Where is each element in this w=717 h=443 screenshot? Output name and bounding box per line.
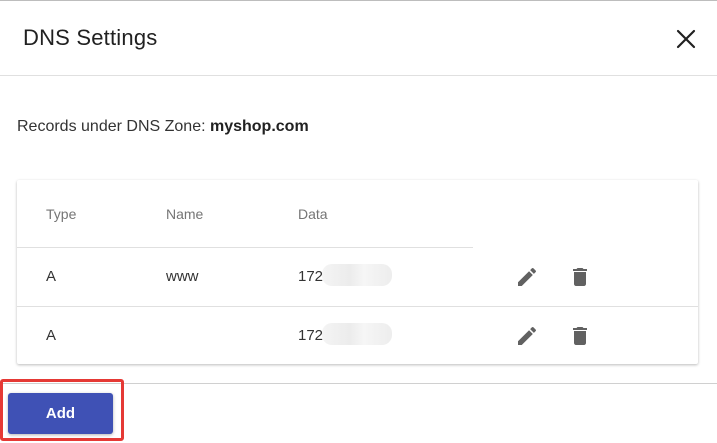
record-data: 172 — [298, 327, 324, 344]
add-record-button[interactable]: Add — [8, 393, 113, 434]
dialog-title: DNS Settings — [23, 25, 158, 50]
redacted-data — [322, 323, 392, 345]
dns-records-table: Type Name Data A www 172 A 172 — [17, 180, 698, 364]
table-row: A www 172 — [17, 248, 698, 307]
column-header-name: Name — [166, 206, 204, 222]
record-type: A — [46, 327, 57, 344]
delete-icon — [573, 268, 587, 286]
zone-prefix: Records under DNS Zone: — [17, 118, 210, 135]
column-header-data: Data — [298, 206, 328, 222]
column-header-type: Type — [46, 206, 77, 222]
dialog-header: DNS Settings — [0, 1, 717, 76]
zone-description: Records under DNS Zone: myshop.com — [17, 118, 309, 136]
dns-settings-dialog: DNS Settings Records under DNS Zone: mys… — [0, 0, 717, 442]
table-row: A 172 — [17, 307, 698, 365]
close-button[interactable] — [672, 25, 700, 53]
delete-record-button[interactable] — [568, 324, 592, 348]
redacted-data — [322, 264, 392, 286]
zone-name: myshop.com — [209, 118, 309, 135]
record-type: A — [46, 268, 57, 285]
table-header: Type Name Data — [17, 180, 698, 247]
edit-record-button[interactable] — [515, 265, 539, 289]
delete-icon — [573, 327, 587, 345]
delete-record-button[interactable] — [568, 265, 592, 289]
record-data: 172 — [298, 268, 324, 285]
edit-record-button[interactable] — [515, 324, 539, 348]
record-name: www — [166, 268, 199, 285]
edit-icon — [518, 267, 537, 286]
close-icon — [676, 29, 696, 49]
edit-icon — [518, 326, 537, 345]
